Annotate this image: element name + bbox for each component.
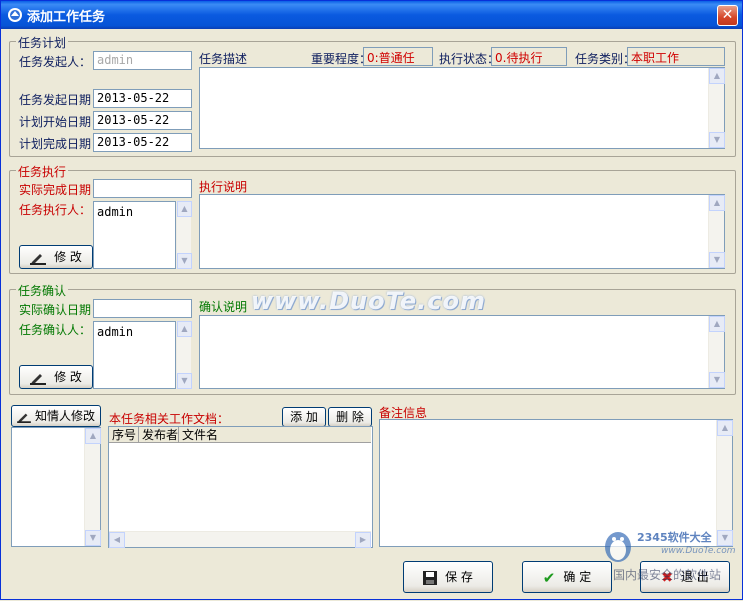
site-watermark: www.DuoTe.com [251, 287, 486, 315]
description-label: 任务描述 [199, 52, 248, 66]
description-textarea[interactable]: ▲ ▼ [199, 67, 725, 149]
executor-modify-button[interactable]: 修 改 [19, 245, 93, 269]
notify-scrollbar[interactable]: ▲ ▼ [84, 428, 101, 546]
title-bar[interactable]: 添加工作任务 ✕ [1, 1, 742, 29]
scroll-left-icon[interactable]: ◀ [109, 532, 125, 548]
initiator-label: 任务发起人： [19, 55, 92, 69]
importance-label: 重要程度： [311, 52, 372, 66]
confirmer-label: 任务确认人： [19, 323, 92, 337]
window-title: 添加工作任务 [27, 10, 106, 25]
add-doc-label: 添 加 [290, 410, 318, 424]
modify-label: 修 改 [54, 250, 82, 264]
scroll-down-icon[interactable]: ▼ [177, 253, 192, 269]
confirmer-list[interactable]: admin [93, 321, 176, 389]
actual-confirm-field[interactable] [93, 299, 192, 318]
save-button[interactable]: 保 存 [403, 561, 493, 593]
brand-url: www.DuoTe.com [661, 546, 736, 556]
scroll-down-icon[interactable]: ▼ [709, 252, 725, 268]
scroll-up-icon[interactable]: ▲ [85, 428, 101, 444]
delete-doc-label: 删 除 [336, 410, 364, 424]
penguin-mascot-icon [605, 532, 631, 562]
scroll-up-icon[interactable]: ▲ [717, 420, 733, 436]
scroll-up-icon[interactable]: ▲ [177, 321, 192, 337]
execute-legend: 任务执行 [16, 163, 69, 180]
description-scrollbar[interactable]: ▲ ▼ [708, 68, 725, 148]
scroll-down-icon[interactable]: ▼ [85, 530, 101, 546]
executor-scrollbar[interactable]: ▲ ▼ [176, 201, 192, 269]
pencil-icon [30, 253, 47, 265]
notify-list[interactable]: ▲ ▼ [11, 427, 101, 547]
scroll-down-icon[interactable]: ▼ [177, 373, 192, 389]
docs-label: 本任务相关工作文档： [109, 412, 230, 426]
importance-field[interactable]: 0:普通任 [363, 47, 433, 66]
confirmer-modify-button[interactable]: 修 改 [19, 365, 93, 389]
confirm-note-textarea[interactable]: ▲ ▼ [199, 315, 725, 389]
exec-note-label: 执行说明 [199, 180, 248, 194]
start-date-field[interactable]: 2013-05-22 [93, 89, 192, 108]
brand-watermark: 2345软件大全 www.DuoTe.com 国内最安全的软件站 [599, 519, 743, 601]
confirm-legend: 任务确认 [16, 282, 69, 299]
actual-done-field[interactable] [93, 179, 192, 198]
docs-grid[interactable] [108, 426, 373, 548]
confirmer-scrollbar[interactable]: ▲ ▼ [176, 321, 192, 389]
actual-confirm-label: 实际确认日期： [19, 303, 104, 317]
actual-done-label: 实际完成日期： [19, 183, 104, 197]
executor-label: 任务执行人： [19, 203, 92, 217]
floppy-disk-icon [423, 570, 438, 585]
category-field[interactable]: 本职工作 [627, 47, 725, 66]
exec-state-label: 执行状态： [439, 52, 500, 66]
pencil-icon [30, 373, 47, 385]
docs-grid-header: 序号 发布者 文件名 [109, 427, 371, 443]
notify-modify-label: 知情人修改 [34, 409, 95, 423]
dialog-window: 添加工作任务 ✕ 任务计划 任务发起人： admin 任务发起日期： 2013-… [0, 0, 743, 600]
scroll-up-icon[interactable]: ▲ [709, 68, 725, 84]
executor-list[interactable]: admin [93, 201, 176, 269]
scroll-up-icon[interactable]: ▲ [709, 316, 725, 332]
brand-name: 2345软件大全 [637, 531, 712, 544]
exec-note-scrollbar[interactable]: ▲ ▼ [708, 195, 725, 268]
confirm-note-scrollbar[interactable]: ▲ ▼ [708, 316, 725, 388]
app-icon [8, 8, 22, 22]
exec-note-textarea[interactable]: ▲ ▼ [199, 194, 725, 269]
exec-state-field[interactable]: 0.待执行 [491, 47, 567, 66]
brand-slogan: 国内最安全的软件站 [613, 568, 722, 582]
delete-doc-button[interactable]: 删 除 [328, 407, 372, 427]
close-button[interactable]: ✕ [717, 5, 738, 26]
plan-begin-label: 计划开始日期： [19, 115, 104, 129]
confirm-note-label: 确认说明 [199, 300, 248, 314]
docs-hscrollbar[interactable]: ◀ ▶ [109, 531, 371, 548]
initiator-field[interactable]: admin [93, 51, 192, 70]
pencil-icon [17, 413, 31, 423]
checkmark-icon: ✔ [542, 568, 556, 587]
plan-legend: 任务计划 [16, 34, 69, 51]
add-doc-button[interactable]: 添 加 [282, 407, 326, 427]
plan-end-field[interactable]: 2013-05-22 [93, 133, 192, 152]
category-label: 任务类别： [575, 52, 636, 66]
scroll-down-icon[interactable]: ▼ [709, 372, 725, 388]
column-header-filename[interactable]: 文件名 [179, 427, 371, 443]
notify-modify-button[interactable]: 知情人修改 [11, 405, 101, 427]
scroll-down-icon[interactable]: ▼ [709, 132, 725, 148]
scroll-right-icon[interactable]: ▶ [355, 532, 371, 548]
scroll-up-icon[interactable]: ▲ [709, 195, 725, 211]
column-header-publisher[interactable]: 发布者 [139, 427, 179, 443]
close-icon: ✕ [721, 7, 734, 23]
scroll-up-icon[interactable]: ▲ [177, 201, 192, 217]
column-header-index[interactable]: 序号 [109, 427, 139, 443]
save-label: 保 存 [445, 570, 473, 584]
modify-label: 修 改 [54, 370, 82, 384]
plan-end-label: 计划完成日期： [19, 137, 104, 151]
start-date-label: 任务发起日期： [19, 93, 104, 107]
plan-begin-field[interactable]: 2013-05-22 [93, 111, 192, 130]
ok-label: 确 定 [563, 570, 592, 584]
